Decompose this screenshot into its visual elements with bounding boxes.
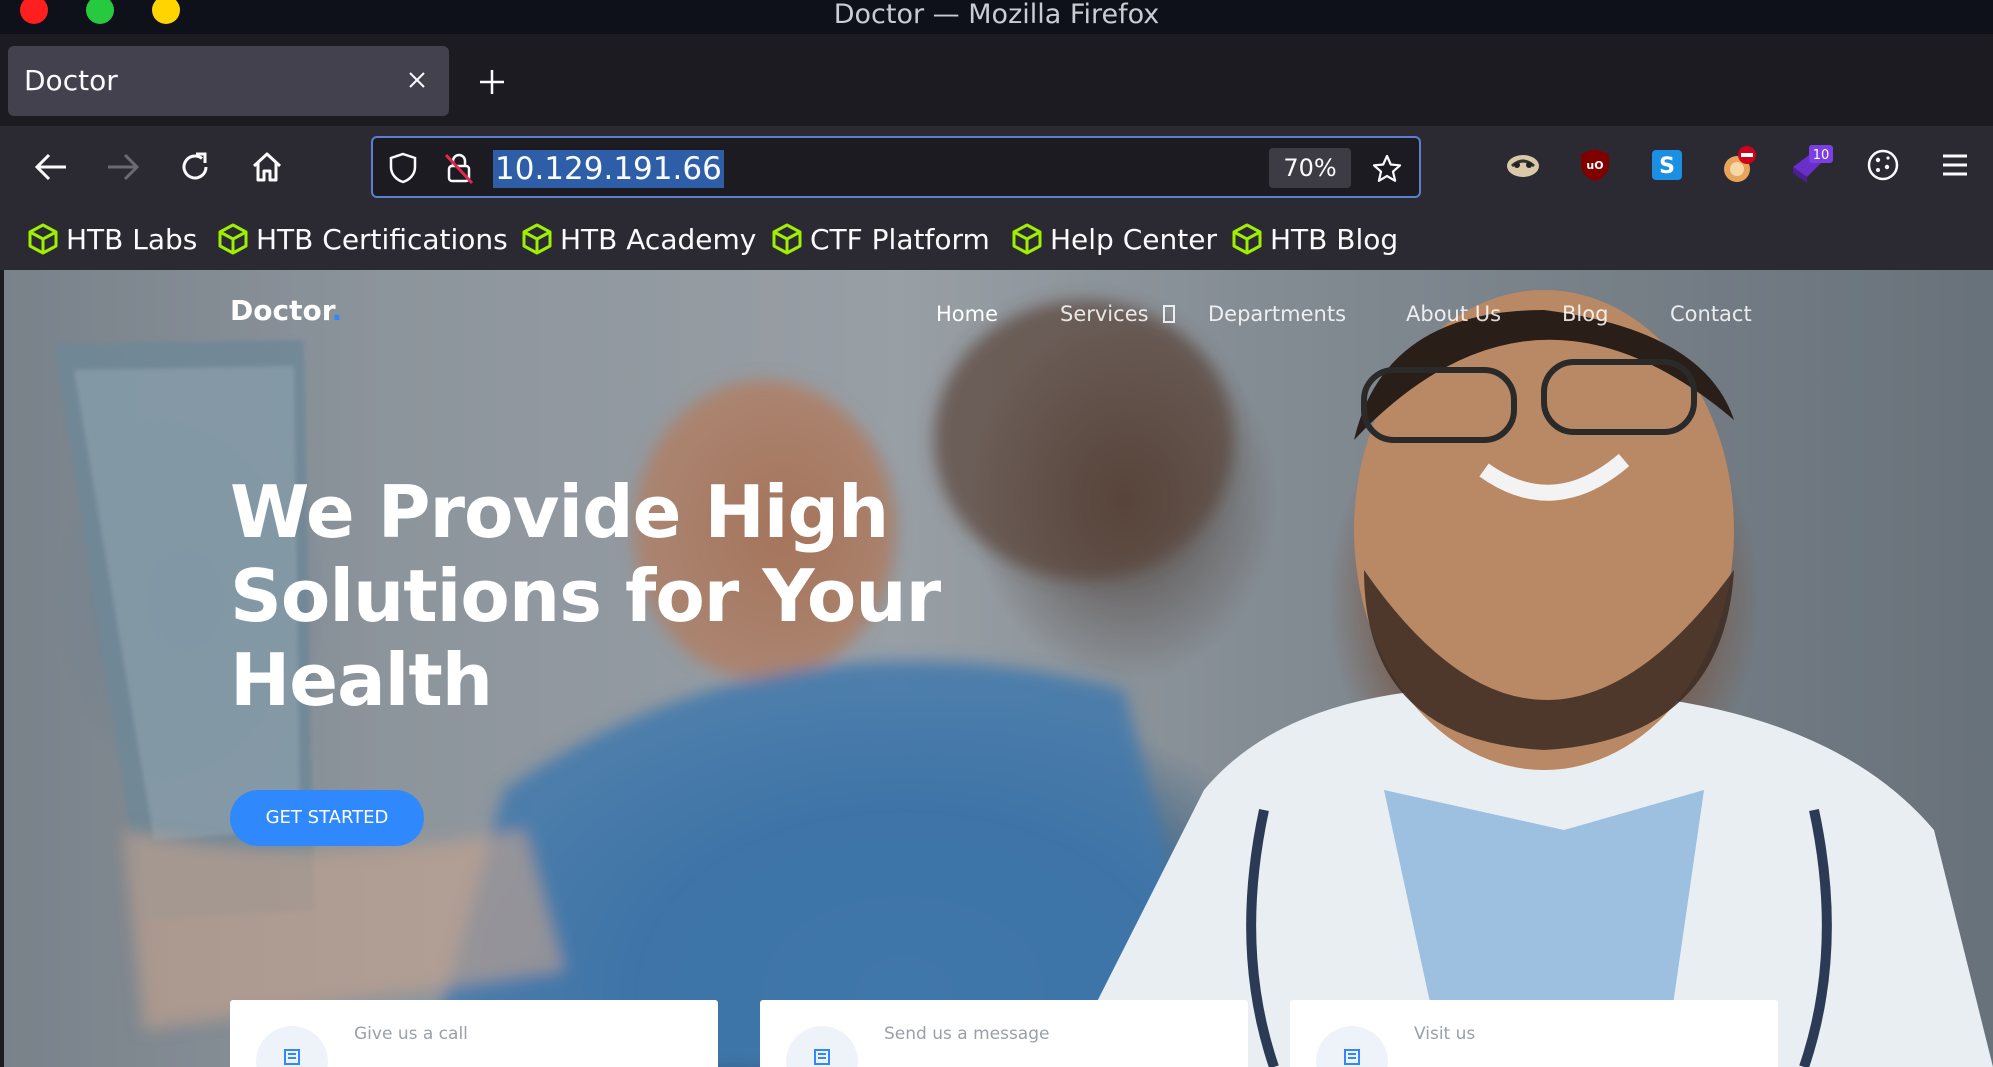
url-bar[interactable]: 10.129.191.66 70% — [371, 136, 1421, 198]
site-nav-contact[interactable]: Contact — [1670, 302, 1752, 326]
url-text[interactable]: 10.129.191.66 — [493, 150, 724, 188]
insecure-lock-icon[interactable] — [441, 150, 477, 186]
site-nav-blog[interactable]: Blog — [1562, 302, 1608, 326]
home-button[interactable] — [244, 144, 290, 190]
navigation-toolbar: 10.129.191.66 70% uO S 10 — [0, 126, 1993, 208]
htb-cube-icon — [218, 223, 248, 255]
svg-text:S: S — [1659, 154, 1675, 179]
bookmark-htb-blog[interactable]: HTB Blog — [1232, 219, 1398, 259]
site-nav-home[interactable]: Home — [936, 302, 998, 326]
bookmark-label: HTB Academy — [560, 222, 757, 256]
window-title: Doctor — Mozilla Firefox — [833, 0, 1160, 30]
bookmark-label: Help Center — [1050, 222, 1217, 256]
extension-cookie-icon[interactable] — [1860, 142, 1906, 188]
dropdown-icon — [1163, 305, 1176, 323]
info-card-label: Visit us — [1414, 1024, 1476, 1044]
window-titlebar: Doctor — Mozilla Firefox — [0, 0, 1993, 34]
shield-icon[interactable] — [385, 150, 421, 186]
home-icon — [252, 152, 282, 182]
get-started-button[interactable]: GET STARTED — [230, 790, 424, 846]
forward-button[interactable] — [100, 144, 146, 190]
tab-title: Doctor — [24, 64, 118, 97]
extension-blocker-icon[interactable] — [1716, 142, 1762, 188]
bookmark-label: HTB Certifications — [256, 222, 508, 256]
bookmark-ctf-platform[interactable]: CTF Platform — [772, 219, 990, 259]
htb-cube-icon — [772, 223, 802, 255]
bookmark-label: HTB Blog — [1270, 222, 1399, 256]
arrow-left-icon — [34, 153, 66, 181]
site-logo[interactable]: Doctor. — [230, 294, 342, 327]
site-nav-services[interactable]: Services — [1060, 302, 1176, 326]
bookmark-label: HTB Labs — [66, 222, 198, 256]
site-logo-text: Doctor — [230, 294, 332, 327]
info-card-visit[interactable]: Visit us — [1290, 1000, 1778, 1067]
bookmark-htb-academy[interactable]: HTB Academy — [522, 219, 756, 259]
htb-cube-icon — [1232, 223, 1262, 255]
htb-cube-icon — [28, 223, 58, 255]
reload-icon — [182, 152, 208, 180]
extension-badge-count: 10 — [1813, 148, 1830, 163]
extension-ublock-icon[interactable]: uO — [1572, 142, 1618, 188]
hamburger-menu-icon[interactable] — [1932, 142, 1978, 188]
site-nav-about[interactable]: About Us — [1406, 302, 1501, 326]
bookmark-label: CTF Platform — [810, 222, 990, 256]
info-card-label: Give us a call — [354, 1024, 468, 1044]
site-logo-dot: . — [331, 294, 343, 327]
extension-wappalyzer-icon[interactable] — [1500, 142, 1546, 188]
htb-cube-icon — [522, 223, 552, 255]
info-card-message[interactable]: Send us a message — [760, 1000, 1248, 1067]
plus-icon — [480, 70, 504, 94]
back-button[interactable] — [28, 144, 74, 190]
info-card-call[interactable]: Give us a call — [230, 1000, 718, 1067]
close-icon[interactable] — [397, 60, 437, 100]
info-card-label: Send us a message — [884, 1024, 1050, 1044]
bookmark-htb-certifications[interactable]: HTB Certifications — [218, 219, 508, 259]
zoom-level-badge[interactable]: 70% — [1269, 148, 1351, 188]
tab-strip: Doctor — [0, 34, 1993, 126]
page-viewport: Doctor. Home Services Departments About … — [4, 270, 1993, 1067]
bookmark-star-icon[interactable] — [1367, 149, 1407, 189]
location-icon — [1316, 1026, 1388, 1067]
svg-text:uO: uO — [1586, 159, 1603, 172]
phone-icon — [256, 1026, 328, 1067]
arrow-right-icon — [108, 153, 140, 181]
bookmark-help-center[interactable]: Help Center — [1012, 219, 1217, 259]
bookmark-htb-labs[interactable]: HTB Labs — [28, 219, 197, 259]
extension-purple-icon[interactable]: 10 — [1788, 142, 1834, 188]
bookmarks-toolbar: HTB Labs HTB Certifications HTB Academy … — [0, 208, 1993, 270]
htb-cube-icon — [1012, 223, 1042, 255]
hero-title: We Provide High Solutions for Your Healt… — [230, 470, 941, 722]
tab-doctor[interactable]: Doctor — [8, 46, 449, 116]
extension-s-icon[interactable]: S — [1644, 142, 1690, 188]
reload-button[interactable] — [172, 144, 218, 190]
new-tab-button[interactable] — [470, 60, 514, 104]
message-icon — [786, 1026, 858, 1067]
site-nav-departments[interactable]: Departments — [1208, 302, 1346, 326]
site-nav-services-label: Services — [1060, 302, 1149, 326]
